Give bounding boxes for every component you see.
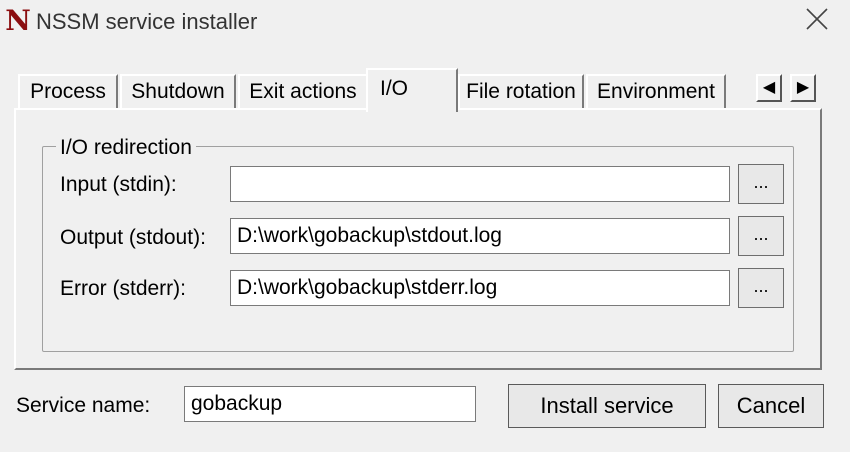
error-browse-button[interactable]: ... (738, 268, 784, 308)
service-name-field[interactable]: gobackup (184, 386, 476, 422)
tab-exit-actions[interactable]: Exit actions (238, 74, 368, 110)
output-stdout-field[interactable]: D:\work\gobackup\stdout.log (230, 218, 730, 254)
tab-scroll-left-button[interactable]: ◀ (756, 74, 782, 102)
io-redirection-title: I/O redirection (56, 136, 196, 160)
error-stderr-label: Error (stderr): (60, 277, 186, 300)
input-browse-button[interactable]: ... (738, 164, 784, 204)
tab-file-rotation[interactable]: File rotation (458, 74, 584, 110)
arrow-right-icon: ▶ (796, 79, 810, 96)
tab-process[interactable]: Process (18, 74, 118, 110)
tab-shutdown[interactable]: Shutdown (120, 74, 236, 110)
tab-scroll-right-button[interactable]: ▶ (790, 74, 816, 102)
tab-environment[interactable]: Environment (586, 74, 726, 110)
tab-io[interactable]: I/O (366, 68, 458, 112)
error-stderr-field[interactable]: D:\work\gobackup\stderr.log (230, 270, 730, 306)
output-browse-button[interactable]: ... (738, 216, 784, 256)
cancel-button[interactable]: Cancel (718, 384, 824, 428)
output-stdout-label: Output (stdout): (60, 226, 206, 249)
close-icon (806, 8, 828, 30)
install-service-button[interactable]: Install service (508, 384, 706, 428)
service-name-label: Service name: (16, 394, 151, 417)
nssm-app-icon: N (5, 4, 31, 37)
window-title: NSSM service installer (36, 9, 258, 34)
input-stdin-field[interactable] (230, 166, 730, 202)
arrow-left-icon: ◀ (762, 79, 776, 96)
input-stdin-label: Input (stdin): (60, 173, 177, 196)
close-button[interactable] (790, 0, 846, 40)
